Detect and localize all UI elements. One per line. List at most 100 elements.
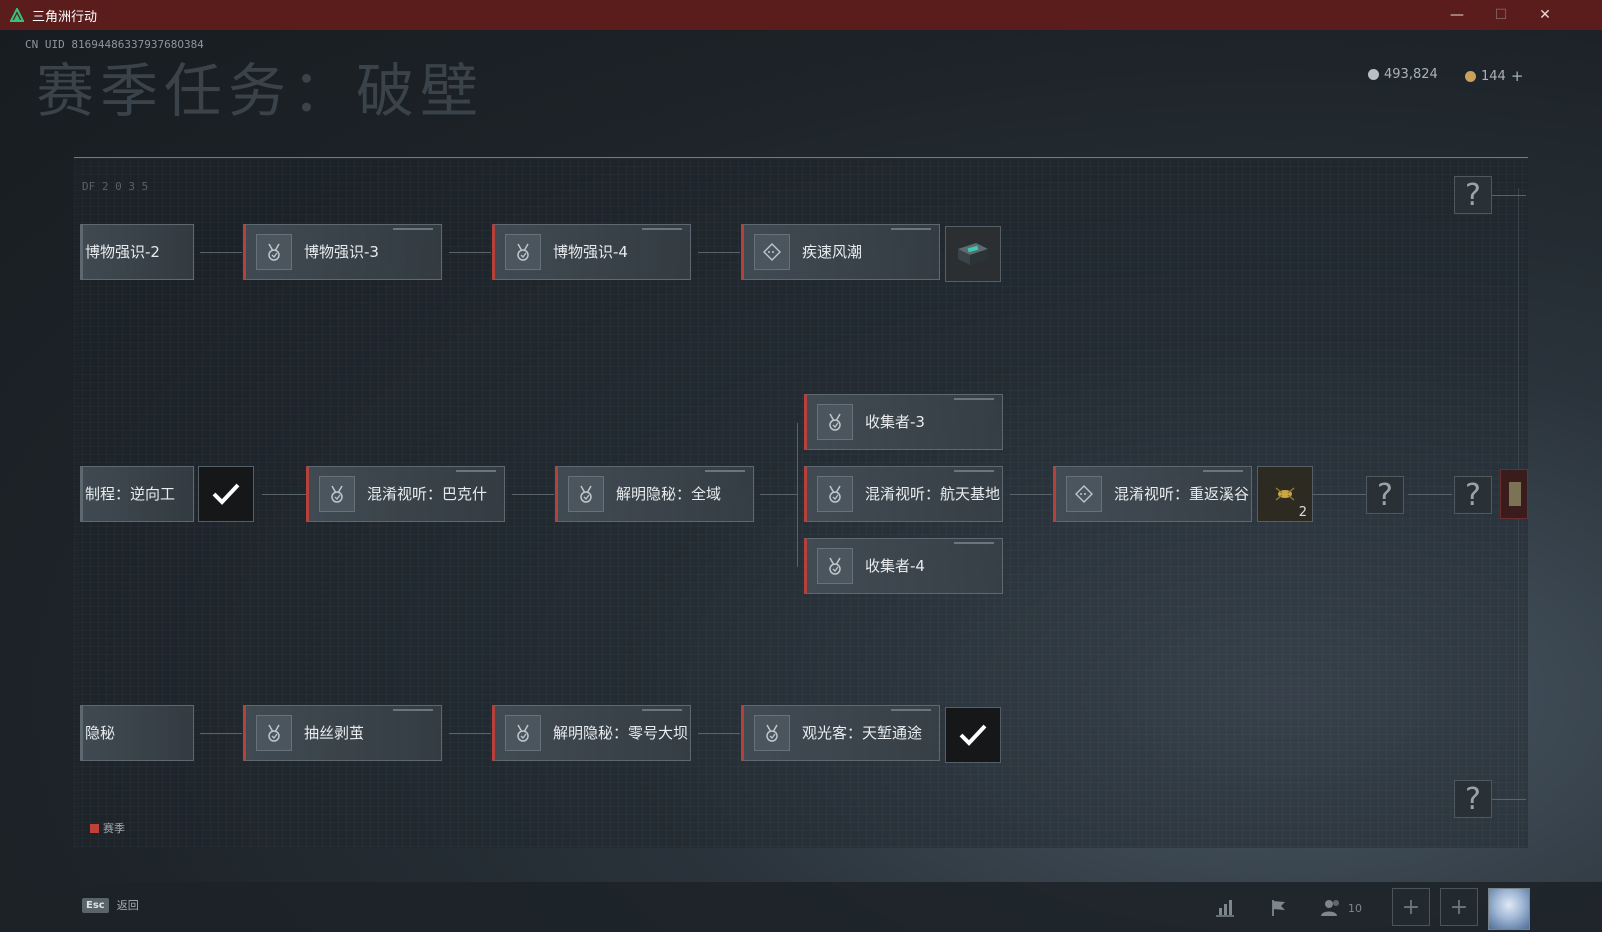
node-tick xyxy=(393,228,433,230)
checkmark-icon xyxy=(959,724,987,746)
task-node[interactable]: 混淆视听：巴克什 xyxy=(306,466,505,522)
connector xyxy=(760,494,798,495)
task-label: 混淆视听：航天基地 xyxy=(865,484,1001,503)
connector xyxy=(698,252,740,253)
silver-amount: 493,824 xyxy=(1384,67,1438,82)
deco-code: DF 2 0 3 5 xyxy=(82,180,149,193)
silver-currency: 493,824 xyxy=(1368,67,1438,82)
gold-coin-icon xyxy=(1465,70,1476,82)
reward-item[interactable] xyxy=(945,226,1001,282)
medal-icon xyxy=(319,476,355,512)
connector xyxy=(698,733,740,734)
task-node[interactable]: 解明隐秘：全域 xyxy=(555,466,754,522)
medal-icon xyxy=(256,234,292,270)
task-node[interactable]: 博物强识-2 xyxy=(80,224,194,280)
legend-swatch xyxy=(90,823,99,833)
add-currency-icon[interactable]: + xyxy=(1511,67,1524,85)
task-node[interactable]: 收集者-3 xyxy=(804,394,1003,450)
task-label: 解明隐秘：零号大坝 xyxy=(553,723,689,742)
task-label: 制程：逆向工 xyxy=(85,484,176,503)
task-node[interactable]: 混淆视听：重返溪谷 xyxy=(1053,466,1252,522)
avatar[interactable] xyxy=(1488,888,1530,930)
connector xyxy=(200,252,242,253)
maximize-button[interactable]: ☐ xyxy=(1478,0,1524,30)
connector xyxy=(262,494,306,495)
legend-label: 赛季 xyxy=(103,822,125,835)
medal-icon xyxy=(754,715,790,751)
medal-icon xyxy=(505,715,541,751)
diamond-arrows-icon xyxy=(1066,476,1102,512)
task-label: 混淆视听：重返溪谷 xyxy=(1114,484,1250,503)
gold-currency[interactable]: 144 + xyxy=(1465,67,1523,85)
locked-task-box[interactable]: ? xyxy=(1366,476,1404,514)
node-tick xyxy=(954,470,994,472)
task-node[interactable]: 隐秘 xyxy=(80,705,194,761)
back-button[interactable]: Esc 返回 xyxy=(82,897,139,913)
connector xyxy=(449,252,491,253)
stats-icon[interactable] xyxy=(1212,895,1238,921)
task-node[interactable]: 解明隐秘：零号大坝 xyxy=(492,705,691,761)
node-tick xyxy=(705,470,745,472)
legend: 赛季 xyxy=(90,820,125,836)
task-node[interactable]: 混淆视听：航天基地 xyxy=(804,466,1003,522)
task-label: 解明隐秘：全域 xyxy=(616,484,722,503)
node-tick xyxy=(954,398,994,400)
task-label: 博物强识-4 xyxy=(553,242,628,261)
friends-button[interactable]: 10 xyxy=(1320,895,1370,921)
node-tick xyxy=(642,228,682,230)
diamond-arrows-icon xyxy=(754,234,790,270)
connector xyxy=(1492,195,1526,196)
task-node[interactable]: 博物强识-4 xyxy=(492,224,691,280)
app-title: 三角洲行动 xyxy=(32,9,98,25)
connector xyxy=(512,494,554,495)
gold-amount: 144 xyxy=(1481,68,1506,84)
page-title: 赛季任务：破壁 xyxy=(36,57,485,125)
task-label: 收集者-4 xyxy=(865,556,925,575)
task-label: 博物强识-3 xyxy=(304,242,379,261)
connector xyxy=(1010,494,1052,495)
reward-item-partial[interactable] xyxy=(1500,469,1528,519)
friends-count: 10 xyxy=(1348,901,1362,915)
locked-task-box[interactable]: ? xyxy=(1454,176,1492,214)
task-node[interactable]: 抽丝剥茧 xyxy=(243,705,442,761)
task-label: 隐秘 xyxy=(85,723,116,742)
esc-key: Esc xyxy=(82,897,109,913)
gear-case-icon xyxy=(958,243,988,265)
node-tick xyxy=(642,709,682,711)
connector-vertical xyxy=(797,423,798,567)
task-node[interactable]: 收集者-4 xyxy=(804,538,1003,594)
locked-task-box[interactable]: ? xyxy=(1454,780,1492,818)
task-node[interactable]: 博物强识-3 xyxy=(243,224,442,280)
connector xyxy=(1408,494,1452,495)
task-label: 观光客：天堑通途 xyxy=(802,723,923,742)
reward-item[interactable]: 2 xyxy=(1257,466,1313,522)
connector xyxy=(1310,494,1366,495)
add-slot-button[interactable]: + xyxy=(1440,888,1478,926)
app-logo-icon xyxy=(10,8,24,22)
node-tick xyxy=(1203,470,1243,472)
minimize-button[interactable]: — xyxy=(1434,0,1480,30)
close-button[interactable]: ✕ xyxy=(1522,0,1568,30)
locked-task-box[interactable]: ? xyxy=(1454,476,1492,514)
node-tick xyxy=(891,709,931,711)
connector xyxy=(449,733,491,734)
reward-item-claimed[interactable] xyxy=(198,466,254,522)
reward-count: 2 xyxy=(1298,505,1307,520)
task-label: 抽丝剥茧 xyxy=(304,723,365,742)
node-tick xyxy=(456,470,496,472)
medal-icon xyxy=(817,404,853,440)
flag-icon[interactable] xyxy=(1266,895,1292,921)
armor-item-icon xyxy=(1509,482,1521,506)
task-node[interactable]: 观光客：天堑通途 xyxy=(741,705,940,761)
task-label: 博物强识-2 xyxy=(85,242,160,261)
medal-icon xyxy=(817,476,853,512)
silver-coin-icon xyxy=(1368,69,1379,80)
task-label: 混淆视听：巴克什 xyxy=(367,484,488,503)
task-node[interactable]: 制程：逆向工 xyxy=(80,466,194,522)
task-node[interactable]: 疾速风潮 xyxy=(741,224,940,280)
insect-item-icon xyxy=(1275,487,1295,501)
node-tick xyxy=(393,709,433,711)
reward-item-claimed[interactable] xyxy=(945,707,1001,763)
medal-icon xyxy=(817,548,853,584)
add-slot-button[interactable]: + xyxy=(1392,888,1430,926)
